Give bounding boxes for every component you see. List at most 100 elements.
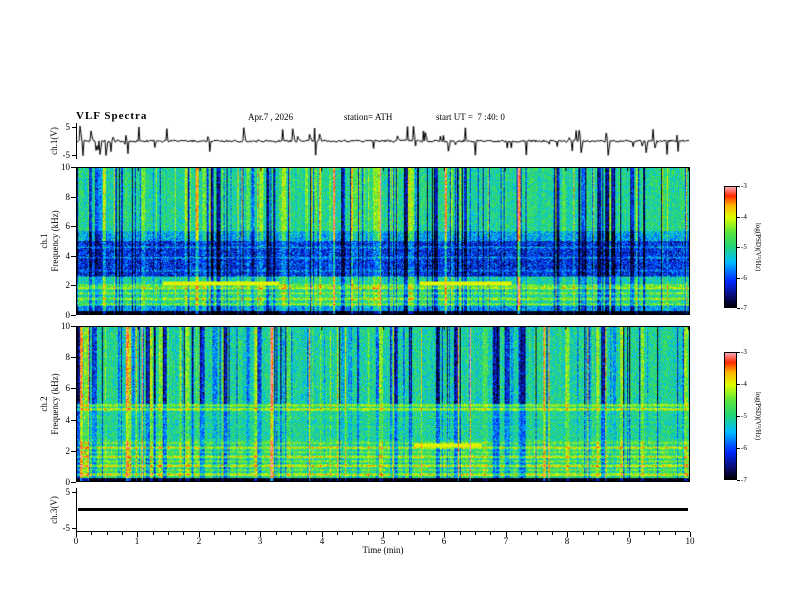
y-tick-label: 2 [65, 446, 71, 456]
tick-mark [352, 532, 353, 535]
tick-mark [71, 420, 76, 421]
tick-mark [552, 532, 553, 535]
y-tick-label: -5 [62, 150, 71, 160]
ch2-spectrogram-panel [76, 326, 690, 482]
ch1-spec-ylabel: ch.1 Frequency (kHz) [39, 210, 61, 271]
y-tick-label: 8 [65, 192, 71, 202]
tick-mark [368, 532, 369, 535]
y-tick-label: 6 [65, 383, 71, 393]
tick-mark [475, 532, 476, 535]
tick-mark [71, 451, 76, 452]
y-tick-label: 4 [65, 415, 71, 425]
tick-mark [230, 532, 231, 535]
tick-mark [737, 416, 740, 417]
colorbar-ch1-canvas [725, 187, 736, 307]
tick-mark [737, 278, 740, 279]
y-tick-label: -5 [62, 523, 71, 533]
tick-mark [71, 388, 76, 389]
colorbar-ch1 [724, 186, 737, 308]
y-tick-label: 2 [65, 280, 71, 290]
x-tick-label: 2 [196, 536, 202, 546]
tick-mark [71, 167, 76, 168]
x-tick-label: 6 [441, 536, 447, 546]
colorbar-tick-label: -3 [741, 182, 747, 190]
ch2-spec-channel-label: ch.2 [39, 396, 49, 412]
y-tick-label: 5 [65, 487, 71, 497]
y-tick-label: 4 [65, 251, 71, 261]
x-tick-label: 4 [319, 536, 325, 546]
tick-mark [429, 532, 430, 535]
tick-mark [337, 532, 338, 535]
ch1-spectrogram-panel [76, 167, 690, 315]
tick-mark [460, 532, 461, 535]
tick-mark [107, 532, 108, 535]
y-tick-label: 6 [65, 221, 71, 231]
x-tick-label: 0 [73, 536, 79, 546]
colorbar-tick-label: -5 [741, 243, 747, 251]
y-tick-label: 5 [65, 122, 71, 132]
ch1-spectrogram-canvas [77, 168, 689, 314]
tick-mark [737, 480, 740, 481]
tick-mark [71, 226, 76, 227]
y-tick-label: 0 [65, 477, 71, 487]
y-tick-label: 10 [61, 321, 70, 331]
tick-mark [183, 532, 184, 535]
colorbar-tick-label: -4 [741, 213, 747, 221]
ch1-waveform-canvas [77, 123, 690, 159]
y-tick-label: 10 [61, 162, 70, 172]
colorbar-tick-label: -3 [741, 348, 747, 356]
tick-mark [737, 247, 740, 248]
tick-mark [675, 532, 676, 535]
colorbar-tick-label: -4 [741, 380, 747, 388]
x-tick-label: 5 [380, 536, 386, 546]
tick-mark [168, 532, 169, 535]
tick-mark [291, 532, 292, 535]
colorbar-tick-label: -7 [741, 304, 747, 312]
x-tick-label: 9 [626, 536, 632, 546]
x-tick-label: 8 [564, 536, 570, 546]
date-label: Apr.7 , 2026 [248, 112, 293, 122]
tick-mark [122, 532, 123, 535]
ch3-wave-ylabel: ch.3(V) [49, 496, 59, 524]
colorbar-ch2 [724, 352, 737, 480]
tick-mark [583, 532, 584, 535]
tick-mark [306, 532, 307, 535]
tick-mark [521, 532, 522, 535]
colorbar-ch1-label: log(PSD)(V²/Hz) [754, 222, 762, 272]
y-tick-label: 8 [65, 352, 71, 362]
tick-mark [71, 285, 76, 286]
start-ut-label: start UT = 7 :40: 0 [436, 112, 505, 122]
station-label: station= ATH [344, 112, 393, 122]
tick-mark [737, 448, 740, 449]
ch1-spec-axis-label: Frequency (kHz) [50, 210, 60, 272]
tick-mark [71, 197, 76, 198]
tick-mark [153, 532, 154, 535]
tick-mark [598, 532, 599, 535]
ch1-spec-channel-label: ch.1 [39, 233, 49, 249]
tick-mark [91, 532, 92, 535]
tick-mark [276, 532, 277, 535]
tick-mark [737, 308, 740, 309]
figure-title: VLF Spectra [76, 110, 148, 122]
tick-mark [71, 256, 76, 257]
ch2-spectrogram-canvas [77, 327, 689, 481]
colorbar-ch2-label: log(PSD)(V²/Hz) [754, 391, 762, 441]
colorbar-tick-label: -6 [741, 274, 747, 282]
y-tick-label: 0 [65, 310, 71, 320]
tick-mark [737, 186, 740, 187]
vlf-spectra-figure: VLF Spectra Apr.7 , 2026 station= ATH st… [0, 0, 792, 612]
tick-mark [644, 532, 645, 535]
tick-mark [737, 384, 740, 385]
tick-mark [737, 217, 740, 218]
tick-mark [659, 532, 660, 535]
ch1-waveform-panel [76, 123, 690, 159]
tick-mark [214, 532, 215, 535]
tick-mark [537, 532, 538, 535]
tick-mark [71, 482, 76, 483]
tick-mark [72, 155, 76, 156]
tick-mark [72, 528, 76, 529]
ch3-trace [78, 508, 688, 511]
tick-mark [737, 352, 740, 353]
x-tick-label: 1 [134, 536, 140, 546]
tick-mark [72, 127, 76, 128]
